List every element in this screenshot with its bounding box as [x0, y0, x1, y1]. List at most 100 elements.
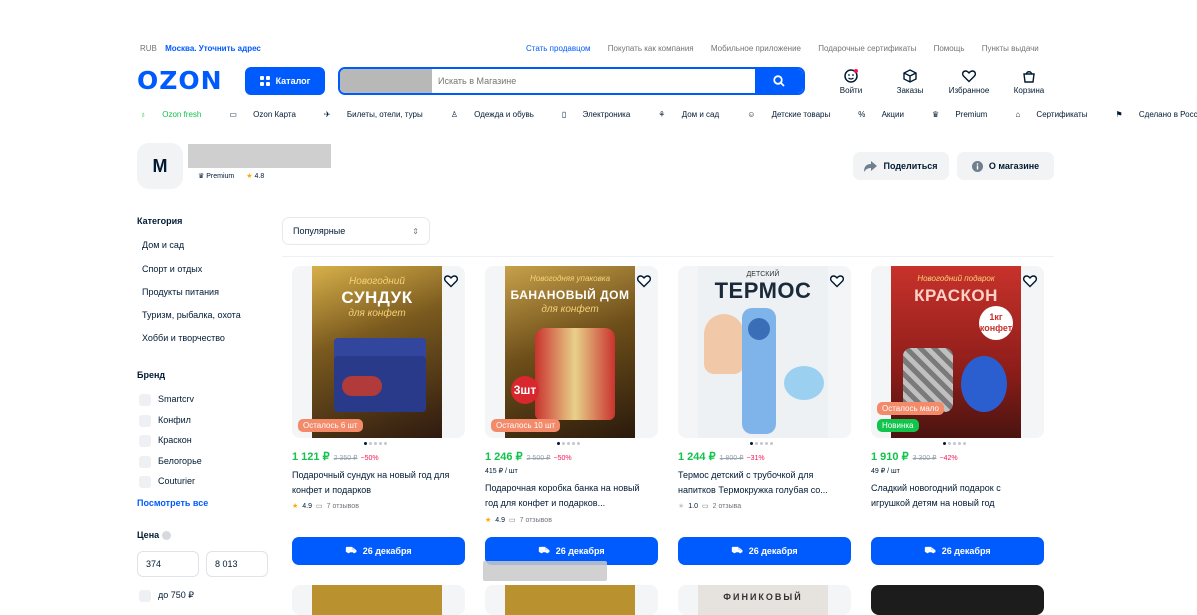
- favorite-heart-icon[interactable]: [443, 273, 459, 289]
- category-item[interactable]: Спорт и отдых: [142, 264, 202, 274]
- crown-icon: ♛: [931, 110, 942, 119]
- price: 1 246 ₽: [485, 451, 523, 463]
- brand-checkbox[interactable]: [139, 476, 151, 488]
- currency-selector[interactable]: RUB: [140, 44, 157, 53]
- brand-label: Краскон: [158, 435, 192, 445]
- product-card-partial[interactable]: [485, 585, 658, 615]
- plant-icon: ⚘: [658, 110, 668, 119]
- orders-label: Заказы: [896, 86, 924, 95]
- nav-ozon-fresh[interactable]: ♁ Ozon fresh: [140, 110, 215, 119]
- brand-checkbox[interactable]: [139, 435, 151, 447]
- price: 1 910 ₽: [871, 451, 909, 463]
- category-filter-title: Категория: [137, 216, 183, 226]
- nav-ozon-card[interactable]: ▭ Ozon Карта: [229, 110, 310, 119]
- image-pager: [364, 442, 387, 445]
- stock-tag: Осталось 10 шт: [491, 419, 561, 432]
- image-pager: [750, 442, 773, 445]
- about-shop-button[interactable]: О магазине: [957, 152, 1054, 180]
- cart-button[interactable]: Корзина: [1007, 68, 1051, 95]
- favorite-heart-icon[interactable]: [829, 273, 845, 289]
- price-from-input[interactable]: 374: [137, 551, 199, 577]
- share-button[interactable]: Поделиться: [853, 152, 949, 180]
- mobile-app-link[interactable]: Мобильное приложение: [711, 44, 801, 53]
- location-link[interactable]: Москва. Уточнить адрес: [165, 44, 261, 53]
- reviews-icon: ▭: [702, 503, 709, 510]
- old-price: 3 300 ₽: [912, 455, 937, 462]
- search-scope-redacted[interactable]: [340, 69, 432, 93]
- category-item[interactable]: Дом и сад: [142, 240, 184, 250]
- pickup-points-link[interactable]: Пункты выдачи: [982, 44, 1039, 53]
- category-item[interactable]: Хобби и творчество: [142, 333, 225, 343]
- nav-certificates[interactable]: ⌂ Сертификаты: [1015, 110, 1101, 119]
- product-title[interactable]: Термос детский с трубочкой для напитков …: [678, 468, 848, 498]
- flag-icon: ⚑: [1115, 110, 1125, 119]
- login-button[interactable]: Войти: [829, 68, 873, 95]
- nav-home-garden[interactable]: ⚘ Дом и сад: [658, 110, 733, 119]
- card-icon: ▭: [229, 110, 240, 119]
- login-label: Войти: [839, 86, 863, 95]
- gift-cards-link[interactable]: Подарочные сертификаты: [818, 44, 916, 53]
- unit-price: 415 ₽ / шт: [485, 468, 518, 475]
- brand-checkbox[interactable]: [139, 456, 151, 468]
- nav-sales[interactable]: % Акции: [858, 110, 918, 119]
- top-links: Стать продавцом Покупать как компания Мо…: [511, 44, 1039, 53]
- product-image[interactable]: ДЕТСКИЙ ТЕРМОС: [678, 266, 851, 438]
- nav-kids[interactable]: ☺ Детские товары: [747, 110, 844, 119]
- favorites-button[interactable]: Избранное: [947, 68, 991, 95]
- product-image[interactable]: Новогодняя упаковка БАНАНОВЫЙ ДОМ для ко…: [485, 266, 658, 438]
- business-link[interactable]: Покупать как компания: [608, 44, 694, 53]
- product-title[interactable]: Подарочный сундук на новый год для конфе…: [292, 468, 462, 498]
- search-input[interactable]: [432, 69, 755, 93]
- unit-price: 49 ₽ / шт: [871, 468, 900, 475]
- brand-checkbox[interactable]: [139, 394, 151, 406]
- orders-button[interactable]: Заказы: [888, 68, 932, 95]
- shop-badges: ♛ Premium ★ 4.8: [198, 172, 264, 180]
- cart-label: Корзина: [1013, 86, 1045, 95]
- stock-tag: Осталось мало: [877, 402, 944, 415]
- nav-electronics[interactable]: ▯ Электроника: [562, 110, 644, 119]
- heart-icon: [961, 70, 977, 83]
- favorite-heart-icon[interactable]: [1022, 273, 1038, 289]
- sort-select[interactable]: Популярные ⇕: [282, 217, 430, 245]
- brand-label: Конфил: [158, 415, 191, 425]
- product-image[interactable]: Новогодний подарок КРАСКОН 1кг конфет Ос…: [871, 266, 1044, 438]
- delivery-date: 26 декабря: [941, 546, 991, 556]
- price-row: 1 910 ₽3 300 ₽ −42%: [871, 450, 958, 463]
- category-nav: ♁ Ozon fresh ▭ Ozon Карта ✈ Билеты, отел…: [140, 110, 1197, 119]
- price-option-checkbox[interactable]: [139, 590, 151, 602]
- catalog-button[interactable]: Каталог: [245, 67, 325, 95]
- add-to-cart-button[interactable]: ⛟ 26 декабря: [292, 537, 465, 565]
- category-item[interactable]: Туризм, рыбалка, охота: [142, 310, 241, 320]
- see-all-brands-link[interactable]: Посмотреть все: [137, 498, 208, 508]
- nav-tickets[interactable]: ✈ Билеты, отели, туры: [324, 110, 437, 119]
- discount: −50%: [360, 455, 379, 462]
- product-image[interactable]: Новогодний СУНДУК для конфет Осталось 6 …: [292, 266, 465, 438]
- brand-checkbox[interactable]: [139, 415, 151, 427]
- stock-tag: Осталось 6 шт: [298, 419, 363, 432]
- nav-clothes[interactable]: ♙ Одежда и обувь: [451, 110, 548, 119]
- brand-filter-title: Бренд: [137, 370, 166, 380]
- gift-icon: ⌂: [1015, 110, 1023, 119]
- product-rating: ★ 4.9 ▭ 7 отзывов: [485, 516, 552, 525]
- product-card-partial[interactable]: [292, 585, 465, 615]
- favorite-heart-icon[interactable]: [636, 273, 652, 289]
- price-to-input[interactable]: 8 013: [206, 551, 268, 577]
- price: 1 244 ₽: [678, 451, 716, 463]
- become-seller-link[interactable]: Стать продавцом: [526, 44, 591, 53]
- search-button[interactable]: [755, 69, 803, 93]
- kids-icon: ☺: [747, 110, 758, 119]
- nav-made-in-russia[interactable]: ⚑ Сделано в России: [1115, 110, 1197, 119]
- product-card-partial[interactable]: [871, 585, 1044, 615]
- help-link[interactable]: Помощь: [934, 44, 965, 53]
- ozon-logo[interactable]: OZON: [137, 66, 223, 95]
- nav-premium[interactable]: ♛ Premium: [932, 110, 1001, 119]
- share-arrow-icon: [864, 160, 878, 172]
- search-bar: [338, 67, 805, 95]
- product-title[interactable]: Сладкий новогодний подарок с игрушкой де…: [871, 481, 1041, 511]
- product-card-partial[interactable]: ФИНИКОВЫЙ: [678, 585, 851, 615]
- category-item[interactable]: Продукты питания: [142, 287, 219, 297]
- star-icon: ★: [292, 503, 299, 510]
- add-to-cart-button[interactable]: ⛟ 26 декабря: [678, 537, 851, 565]
- add-to-cart-button[interactable]: ⛟ 26 декабря: [871, 537, 1044, 565]
- product-title[interactable]: Подарочная коробка банка на новый год дл…: [485, 481, 655, 511]
